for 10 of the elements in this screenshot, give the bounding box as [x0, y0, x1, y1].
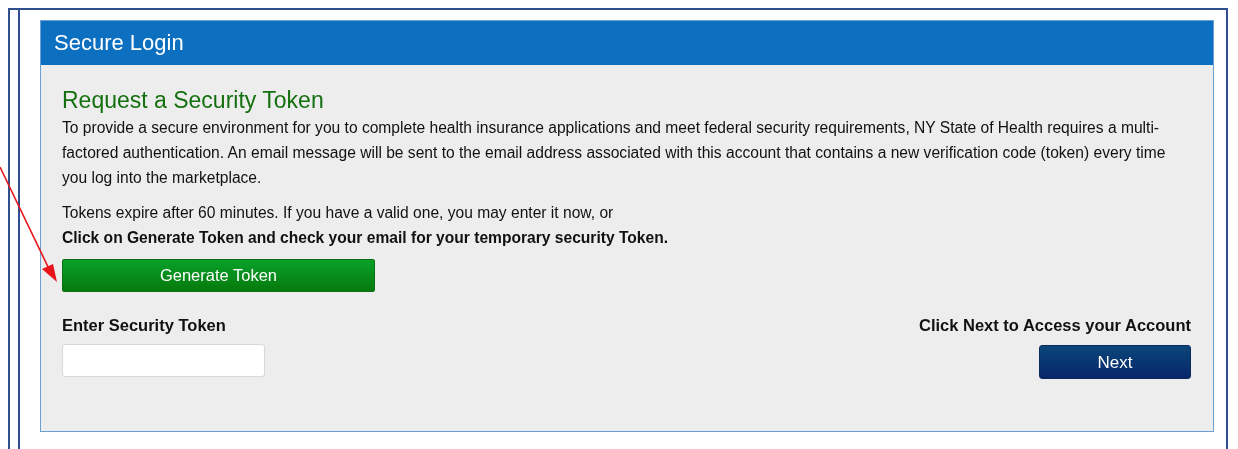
expiry-note: Tokens expire after 60 minutes. If you have a valid one, you may enter it now, or — [62, 203, 615, 223]
section-heading: Request a Security Token — [62, 86, 325, 115]
intro-paragraph: To provide a secure environment for you to complete health insurance applications and meet federal security requirements, NY State of Health requires a multi-factored authentication. An email message will be sent to the email address associated with this account that contains a new verification code (token) every time you log into the marketplace. — [62, 118, 1167, 188]
next-hint: Click Next to Access your Account — [918, 315, 1191, 336]
token-field-label: Enter Security Token — [62, 315, 227, 336]
token-input-field[interactable] — [62, 344, 265, 377]
panel-title: Secure Login — [41, 21, 1213, 65]
next-button[interactable]: Next — [1039, 345, 1191, 379]
instruction-text: Click on Generate Token and check your email for your temporary security Token. — [62, 228, 670, 248]
generate-token-button[interactable]: Generate Token — [62, 259, 375, 292]
